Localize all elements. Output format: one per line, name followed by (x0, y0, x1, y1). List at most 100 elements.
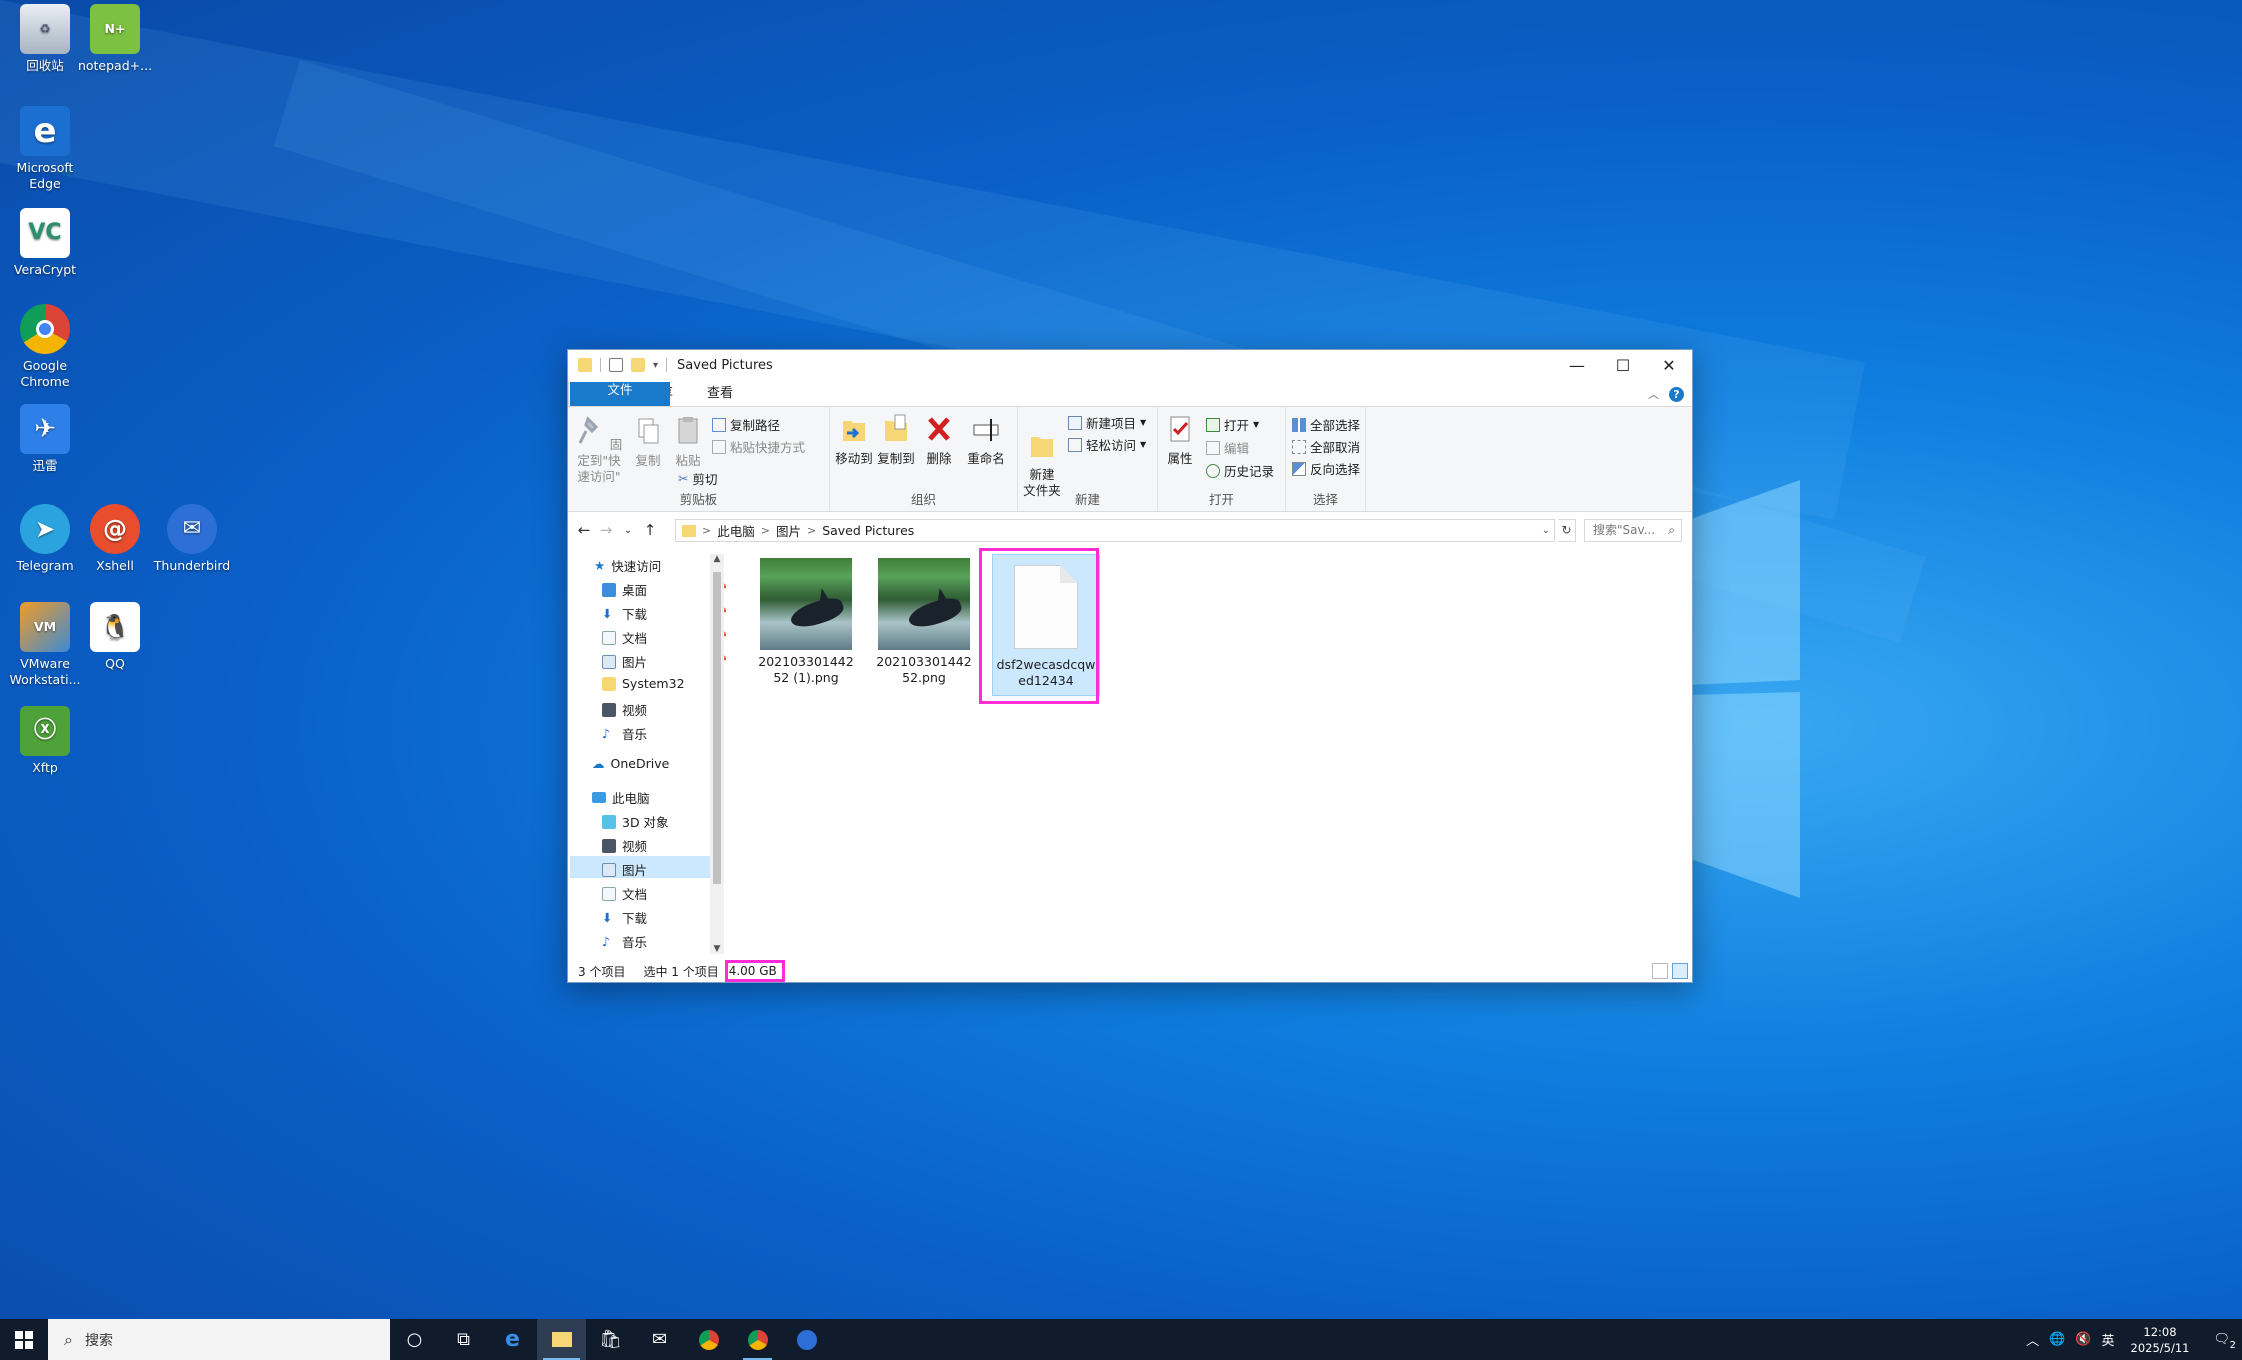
address-dropdown-icon[interactable]: ⌄ (1542, 525, 1550, 536)
nav-item-videos[interactable]: 视频 (602, 836, 647, 855)
breadcrumb-pictures[interactable]: 图片 (776, 521, 801, 540)
easy-access-button[interactable]: 轻松访问 ▼ (1068, 435, 1146, 454)
nav-item-downloads[interactable]: ⬇ 下载 (602, 908, 647, 927)
tab-view[interactable]: 查看 (690, 382, 750, 406)
thunderbird-icon[interactable] (782, 1319, 831, 1360)
scrollbar-thumb[interactable] (713, 572, 721, 884)
nav-item-pictures[interactable]: 图片📌 (602, 652, 726, 671)
desktop-icon-notepad-plus[interactable]: N+ notepad+... (70, 4, 160, 74)
copy-path-button[interactable]: 复制路径 (712, 415, 780, 434)
nav-onedrive[interactable]: ☁ OneDrive (592, 756, 669, 771)
ribbon-group-clipboard: 固定到"快速访问" 复制 粘贴 复制路径 粘贴快捷方式 ✂ 剪切 剪贴板 (568, 407, 830, 511)
nav-item-3d-objects[interactable]: 3D 对象 (602, 812, 669, 831)
desktop-icon-thunderbird[interactable]: ✉ Thunderbird (147, 504, 237, 574)
details-view-icon[interactable] (1652, 963, 1668, 979)
file-item-image-1[interactable]: 20210330144252 (1).png (756, 558, 856, 686)
xshell-icon: @ (90, 504, 140, 554)
select-all-button[interactable]: 全部选择 (1292, 415, 1360, 434)
edge-icon[interactable]: e (488, 1319, 537, 1360)
windows-start-icon (15, 1330, 33, 1349)
nav-item-pictures-selected[interactable]: 图片 (602, 860, 647, 879)
nav-item-downloads[interactable]: ⬇下载📌 (602, 604, 726, 623)
close-button[interactable]: ✕ (1646, 350, 1692, 380)
copy-button[interactable]: 复制 (630, 415, 666, 469)
desktop-icon-chrome[interactable]: Google Chrome (0, 304, 90, 390)
desktop-icon-xftp[interactable]: ⓧ Xftp (0, 706, 90, 776)
nav-item-desktop[interactable]: 桌面📌 (602, 580, 726, 599)
desktop-icon-qq[interactable]: 🐧 QQ (70, 602, 160, 672)
back-arrow-icon[interactable]: ← (573, 521, 595, 539)
ime-indicator[interactable]: 英 (2102, 1330, 2115, 1349)
new-item-button[interactable]: 新建项目 ▼ (1068, 413, 1146, 432)
scroll-up-icon[interactable]: ▲ (710, 554, 724, 564)
copy-to-button[interactable]: 复制到 (876, 413, 916, 467)
nav-item-videos[interactable]: 视频 (602, 700, 647, 719)
large-icons-view-icon[interactable] (1672, 963, 1688, 979)
mail-icon[interactable]: ✉ (635, 1319, 684, 1360)
chrome-icon[interactable] (733, 1319, 782, 1360)
taskbar-search-box[interactable]: ⌕ 搜索 (48, 1319, 390, 1360)
forward-arrow-icon[interactable]: → (595, 521, 617, 539)
file-explorer-icon[interactable] (537, 1319, 586, 1360)
search-input[interactable]: 搜索"Sav... ⌕ (1584, 519, 1682, 542)
music-note-icon: ♪ (602, 934, 610, 949)
delete-button[interactable]: 删除 (920, 413, 958, 467)
rename-button[interactable]: 重命名 (964, 413, 1008, 467)
new-folder-icon[interactable] (631, 358, 645, 372)
download-arrow-icon: ⬇ (602, 606, 613, 621)
nav-item-music[interactable]: ♪ 音乐 (602, 932, 647, 951)
move-to-button[interactable]: 移动到 (834, 413, 874, 467)
help-icon[interactable]: ? (1669, 386, 1684, 402)
nav-item-system32[interactable]: System32 (602, 676, 685, 691)
task-view-icon[interactable]: ⧉ (439, 1319, 488, 1360)
recent-locations-chevron-icon[interactable]: ⌄ (617, 525, 639, 536)
customize-dropdown-icon[interactable]: ▾ (653, 360, 658, 371)
nav-item-documents[interactable]: 文档 (602, 884, 647, 903)
maximize-button[interactable]: ☐ (1600, 350, 1646, 380)
nav-quick-access[interactable]: ★ 快速访问 (594, 556, 661, 575)
nav-item-documents[interactable]: 文档📌 (602, 628, 726, 647)
documents-icon (602, 630, 616, 645)
scroll-down-icon[interactable]: ▼ (710, 944, 724, 954)
pictures-icon (602, 862, 616, 877)
select-none-button[interactable]: 全部取消 (1292, 437, 1360, 456)
history-button[interactable]: 历史记录 (1206, 461, 1274, 480)
desktop-icon-veracrypt[interactable]: VC VeraCrypt (0, 208, 90, 278)
breadcrumb-saved-pictures[interactable]: Saved Pictures (822, 523, 914, 538)
properties-icon[interactable] (609, 358, 623, 372)
refresh-icon[interactable]: ↻ (1558, 519, 1576, 542)
show-hidden-icons-icon[interactable]: ︿ (2026, 1330, 2039, 1349)
chevron-right-icon: > (702, 524, 712, 537)
new-folder-button[interactable]: 新建 文件夹 (1022, 413, 1062, 499)
chrome-icon[interactable] (684, 1319, 733, 1360)
paste-shortcut-icon (712, 439, 726, 454)
pin-quick-access-button[interactable]: 固定到"快速访问" (572, 415, 626, 485)
nav-item-music[interactable]: ♪ 音乐 (602, 724, 647, 743)
network-globe-icon[interactable]: 🌐 (2049, 1332, 2065, 1347)
paste-shortcut-button[interactable]: 粘贴快捷方式 (712, 437, 805, 456)
collapse-ribbon-icon[interactable]: ︿ (1648, 386, 1659, 402)
tab-file[interactable]: 文件 (570, 382, 670, 406)
minimize-button[interactable]: — (1554, 350, 1600, 380)
path-box[interactable]: > 此电脑 > 图片 > Saved Pictures ⌄ (675, 519, 1555, 542)
cortana-icon[interactable]: ○ (390, 1319, 439, 1360)
title-bar[interactable]: ▾ Saved Pictures — ☐ ✕ (568, 350, 1692, 380)
invert-selection-button[interactable]: 反向选择 (1292, 459, 1360, 478)
nav-this-pc[interactable]: 此电脑 (592, 788, 650, 807)
nav-scrollbar[interactable]: ▲ ▼ (710, 554, 724, 954)
desktop-icon-xunlei[interactable]: ✈ 迅雷 (0, 404, 90, 474)
properties-button[interactable]: 属性 (1162, 413, 1198, 467)
volume-muted-icon[interactable]: 🔇 (2075, 1332, 2091, 1347)
open-button[interactable]: 打开 ▼ (1206, 415, 1259, 434)
cut-button[interactable]: ✂ 剪切 (678, 469, 718, 488)
breadcrumb-this-pc[interactable]: 此电脑 (717, 521, 755, 540)
up-arrow-icon[interactable]: ↑ (639, 521, 661, 539)
notification-center-icon[interactable]: 🗨 2 (2213, 1332, 2236, 1351)
clock[interactable]: 12:08 2025/5/11 (2131, 1324, 2190, 1356)
edit-button[interactable]: 编辑 (1206, 438, 1249, 457)
store-icon[interactable]: 🛍 (586, 1319, 635, 1360)
desktop-icon-edge[interactable]: e Microsoft Edge (0, 106, 90, 192)
file-item-image-2[interactable]: 20210330144252.png (874, 558, 974, 686)
paste-button[interactable]: 粘贴 (670, 415, 706, 469)
start-button[interactable] (0, 1319, 48, 1360)
